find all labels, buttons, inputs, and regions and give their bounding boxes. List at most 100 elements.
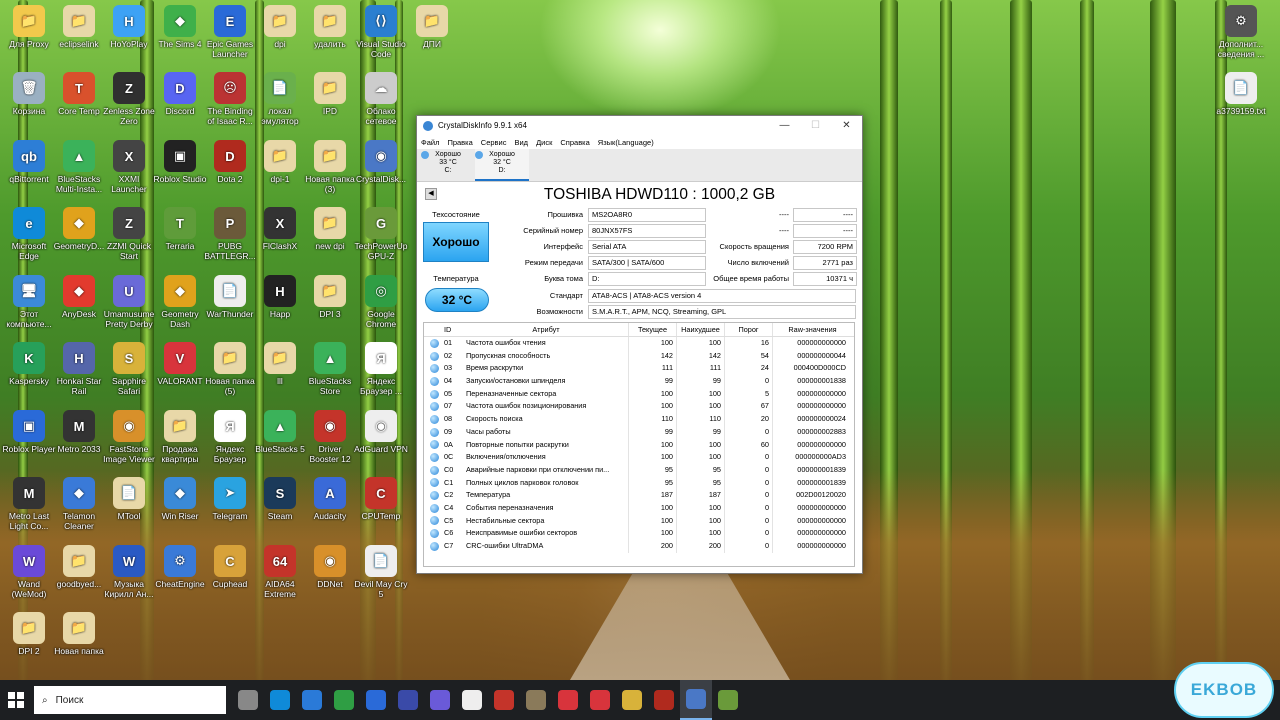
desktop-icon[interactable]: 📁 Новая папка (3) xyxy=(303,140,357,206)
desktop-icon[interactable]: A Audacity xyxy=(303,477,357,543)
desktop-icon[interactable]: 📁 dpi xyxy=(253,5,307,71)
desktop-icon[interactable]: 📁 DPI 3 xyxy=(303,275,357,341)
desktop-icon[interactable]: M Metro 2033 xyxy=(52,410,106,476)
menu-edit[interactable]: Правка xyxy=(447,138,472,147)
table-row[interactable]: 09 Часы работы 99 99 0 000000002883 xyxy=(424,425,854,439)
desktop-icon[interactable]: ◆ Telamon Cleaner xyxy=(52,477,106,543)
desktop-icon[interactable]: ◉ Driver Booster 12 xyxy=(303,410,357,476)
desktop-icon[interactable]: D Dota 2 xyxy=(203,140,257,206)
desktop-icon[interactable]: Я Яндекс Браузер xyxy=(203,410,257,476)
desktop-icon[interactable]: qb qBittorrent xyxy=(2,140,56,206)
desktop-icon[interactable]: ▲ BlueStacks Store xyxy=(303,342,357,408)
taskbar-store-button[interactable] xyxy=(296,680,328,720)
taskbar-yandex-browser-button[interactable] xyxy=(584,680,616,720)
minimize-button[interactable]: — xyxy=(769,116,800,135)
taskbar-folder-button[interactable] xyxy=(712,680,744,720)
table-row[interactable]: C1 Полных циклов парковок головок 95 95 0 000… xyxy=(424,476,854,490)
taskbar-box-button[interactable] xyxy=(520,680,552,720)
col-id[interactable]: ID xyxy=(444,323,464,336)
desktop-icon[interactable]: 📁 dpi-1 xyxy=(253,140,307,206)
desktop-icon[interactable]: T Core Temp xyxy=(52,72,106,138)
taskbar-metro-button[interactable] xyxy=(648,680,680,720)
desktop-icon[interactable]: P PUBG BATTLEGR... xyxy=(203,207,257,273)
table-row[interactable]: C0 Аварийные парковки при отключении пи..… xyxy=(424,463,854,477)
desktop-icon[interactable]: W Музыка Кирилл Ан... xyxy=(102,545,156,611)
table-row[interactable]: C2 Температура 187 187 0 002D00120020 xyxy=(424,489,854,502)
desktop-icon[interactable]: 64 AIDA64 Extreme xyxy=(253,545,307,611)
taskbar-chrome-button[interactable] xyxy=(328,680,360,720)
desktop-icon[interactable]: ⚙ CheatEngine xyxy=(153,545,207,611)
desktop-icon[interactable]: ☹ The Binding of Isaac R... xyxy=(203,72,257,138)
desktop-icon[interactable]: 🗑 Корзина xyxy=(2,72,56,138)
table-row[interactable]: 0A Повторные попытки раскрутки 100 100 60 000… xyxy=(424,438,854,452)
taskbar-search[interactable]: ⌕ Поиск xyxy=(34,686,226,714)
title-bar[interactable]: CrystalDiskInfo 9.9.1 x64 — ☐ ✕ xyxy=(417,116,862,135)
desktop-icon[interactable]: H Honkai Star Rail xyxy=(52,342,106,408)
table-row[interactable]: C7 CRC-ошибки UltraDMA 200 200 0 000000000000 xyxy=(424,540,854,553)
table-row[interactable]: 02 Пропускная способность 142 142 54 00000000… xyxy=(424,349,854,363)
desktop-icon[interactable]: E Epic Games Launcher xyxy=(203,5,257,71)
col-worst[interactable]: Наихудшее xyxy=(677,323,725,336)
desktop-icon[interactable]: ▣ Roblox Player xyxy=(2,410,56,476)
desktop-icon[interactable]: 📄 Devil May Cry 5 xyxy=(354,545,408,611)
desktop-icon[interactable]: ☁ Облако сетевое xyxy=(354,72,408,138)
desktop-icon[interactable]: e Microsoft Edge xyxy=(2,207,56,273)
desktop-icon[interactable]: 📄 WarThunder xyxy=(203,275,257,341)
smart-table[interactable]: ID Атрибут Текущее Наихудшее Порог Raw-з… xyxy=(423,322,855,567)
desktop-icon[interactable]: 📁 Новая папка (5) xyxy=(203,342,257,408)
desktop-icon[interactable]: Я Яндекс Браузер ... xyxy=(354,342,408,408)
desktop-icon[interactable]: ◆ Geometry Dash xyxy=(153,275,207,341)
desktop-icon[interactable]: ◉ AdGuard VPN xyxy=(354,410,408,476)
desktop-icon[interactable]: 📁 eclipselink xyxy=(52,5,106,71)
desktop-icon[interactable]: 📁 Новая папка xyxy=(52,612,106,678)
desktop-icon[interactable]: 📄 локал эмулятор xyxy=(253,72,307,138)
desktop-icon[interactable]: ▣ Roblox Studio xyxy=(153,140,207,206)
taskbar-game-button[interactable] xyxy=(424,680,456,720)
table-row[interactable]: 03 Время раскрутки 111 111 24 000400D000CD xyxy=(424,362,854,376)
desktop-icon[interactable]: ◆ The Sims 4 xyxy=(153,5,207,71)
desktop-icon[interactable]: 📁 Для Proxy xyxy=(2,5,56,71)
desktop-icon[interactable]: K Kaspersky xyxy=(2,342,56,408)
taskbar-task-view-button[interactable] xyxy=(232,680,264,720)
taskbar-yandex-button[interactable] xyxy=(392,680,424,720)
desktop-icon[interactable]: ◆ AnyDesk xyxy=(52,275,106,341)
desktop-icon[interactable]: W Wand (WeMod) xyxy=(2,545,56,611)
desktop-icon[interactable]: ▲ BlueStacks Multi-Insta... xyxy=(52,140,106,206)
desktop-icon[interactable]: 📄 a3739159.txt xyxy=(1214,72,1268,138)
table-row[interactable]: C5 Нестабильные сектора 100 100 0 00000000000… xyxy=(424,514,854,528)
desktop-icon[interactable]: 📁 удалить xyxy=(303,5,357,71)
desktop-icon[interactable]: X FlClashX xyxy=(253,207,307,273)
taskbar-file-button[interactable] xyxy=(456,680,488,720)
desktop-icon[interactable]: ◉ DDNet xyxy=(303,545,357,611)
desktop-icon[interactable]: 📁 lll xyxy=(253,342,307,408)
desktop-icon[interactable]: S Sapphire Safari xyxy=(102,342,156,408)
table-row[interactable]: 07 Частота ошибок позиционирования 100 100 6… xyxy=(424,400,854,414)
col-current[interactable]: Текущее xyxy=(629,323,677,336)
desktop-icon[interactable]: C Cuphead xyxy=(203,545,257,611)
close-button[interactable]: ✕ xyxy=(831,116,862,135)
desktop-icon[interactable]: 📁 IPD xyxy=(303,72,357,138)
temperature-button[interactable]: 32 °C xyxy=(425,288,489,312)
table-row[interactable]: 04 Запуски/остановки шпинделя 99 99 0 0000000… xyxy=(424,375,854,388)
menu-disk[interactable]: Диск xyxy=(536,138,552,147)
start-button[interactable] xyxy=(0,680,32,720)
desktop-icon[interactable]: 🖥 Этот компьюте... xyxy=(2,275,56,341)
desktop-icon[interactable]: G TechPowerUp GPU-Z xyxy=(354,207,408,273)
disk-tab-c[interactable]: Хорошо 33 °C C: xyxy=(421,149,475,181)
desktop-icon[interactable]: ⟨⟩ Visual Studio Code xyxy=(354,5,408,71)
desktop-icon[interactable]: H HoYoPlay xyxy=(102,5,156,71)
table-row[interactable]: 0C Включения/отключения 100 100 0 000000000AD… xyxy=(424,451,854,464)
col-raw[interactable]: Raw-значения xyxy=(773,323,852,336)
previous-disk-icon[interactable]: ◀ xyxy=(425,188,437,200)
table-row[interactable]: 01 Частота ошибок чтения 100 100 16 000000000… xyxy=(424,337,854,350)
desktop-icon[interactable]: ◉ CrystalDisk... xyxy=(354,140,408,206)
desktop-icon[interactable]: T Terraria xyxy=(153,207,207,273)
desktop-icon[interactable]: V VALORANT xyxy=(153,342,207,408)
desktop-icon[interactable]: Z ZZMI Quick Start xyxy=(102,207,156,273)
taskbar-wps-button[interactable] xyxy=(552,680,584,720)
health-status-button[interactable]: Хорошо xyxy=(423,222,489,262)
desktop-icon[interactable]: S Steam xyxy=(253,477,307,543)
col-threshold[interactable]: Порог xyxy=(725,323,773,336)
table-row[interactable]: 05 Переназначенные сектора 100 100 5 00000000… xyxy=(424,387,854,401)
desktop-icon[interactable]: ◉ FastStone Image Viewer xyxy=(102,410,156,476)
